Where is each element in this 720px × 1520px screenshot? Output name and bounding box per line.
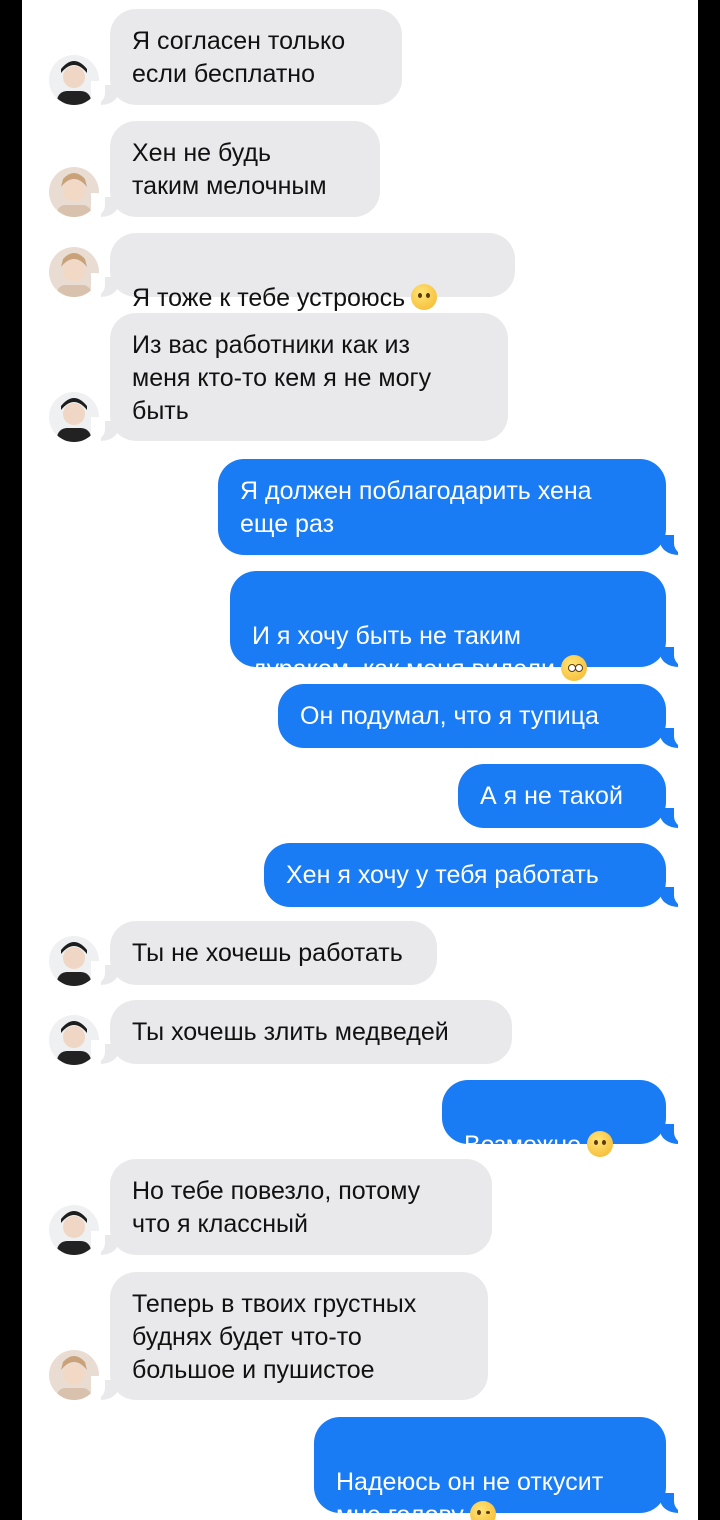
hand-over-mouth-emoji <box>411 284 438 310</box>
frowning-face-emoji <box>587 1131 614 1157</box>
bubble-tail <box>660 643 688 667</box>
message-bubble[interactable]: Я согласен только если бесплатно <box>110 9 402 105</box>
chat-screen: Я согласен только если бесплатно Хен не … <box>22 0 698 1520</box>
bubble-tail <box>91 1376 119 1400</box>
message-bubble[interactable]: Ты хочешь злить медведей <box>110 1000 512 1064</box>
bubble-tail <box>91 1040 119 1064</box>
bubble-tail <box>91 417 119 441</box>
message-text: И я хочу быть не таким дураком, как меня… <box>252 622 555 683</box>
message-bubble[interactable]: Я тоже к тебе устроюсь <box>110 233 515 312</box>
message-bubble[interactable]: Надеюсь он не откусит мне голову <box>314 1417 666 1520</box>
bubble-tail <box>91 193 119 217</box>
message-text: Возможно <box>464 1131 582 1159</box>
pleading-face-emoji <box>560 655 587 681</box>
bubble-tail <box>660 1120 688 1144</box>
message-bubble[interactable]: Он подумал, что я тупица <box>278 684 666 748</box>
bubble-tail <box>660 724 688 748</box>
message-bubble[interactable]: Возможно <box>442 1080 666 1159</box>
woozy-face-emoji <box>469 1501 496 1520</box>
message-bubble[interactable]: Теперь в твоих грустных буднях будет что… <box>110 1272 488 1400</box>
message-bubble[interactable]: Из вас работники как из меня кто-то кем … <box>110 313 508 441</box>
message-bubble[interactable]: А я не такой <box>458 764 666 828</box>
message-text: Я тоже к тебе устроюсь <box>132 284 406 312</box>
bubble-tail <box>91 1231 119 1255</box>
bubble-tail <box>660 531 688 555</box>
message-bubble[interactable]: Но тебе повезло, потому что я классный <box>110 1159 492 1255</box>
message-bubble[interactable]: Хен я хочу у тебя работать <box>264 843 666 907</box>
message-bubble[interactable]: Хен не будь таким мелочным <box>110 121 380 217</box>
message-bubble[interactable]: Я должен поблагодарить хена еще раз <box>218 459 666 555</box>
bubble-tail <box>660 1489 688 1513</box>
bubble-tail <box>660 804 688 828</box>
bubble-tail <box>91 273 119 297</box>
message-bubble[interactable]: И я хочу быть не таким дураком, как меня… <box>230 571 666 683</box>
message-bubble[interactable]: Ты не хочешь работать <box>110 921 437 985</box>
bubble-tail <box>660 883 688 907</box>
bubble-tail <box>91 961 119 985</box>
bubble-tail <box>91 81 119 105</box>
